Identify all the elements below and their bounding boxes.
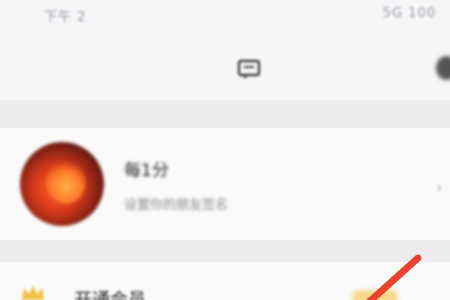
- profile-card[interactable]: 每1分 设置你的朋友签名 ›: [0, 128, 450, 240]
- status-time: 下午 2: [44, 10, 87, 25]
- open-membership-row[interactable]: 开通会员: [0, 262, 450, 300]
- profile-signature: 设置你的朋友签名: [124, 198, 229, 213]
- open-membership-label: 开通会员: [74, 286, 146, 300]
- membership-badge: [352, 290, 398, 300]
- status-bar: 下午 2 5G 100: [0, 0, 450, 38]
- chevron-right-icon: ›: [436, 178, 443, 197]
- section-divider: [0, 240, 450, 262]
- profile-name: 每1分: [124, 161, 169, 181]
- avatar-flame-image: [46, 160, 86, 204]
- crown-icon: [22, 286, 44, 300]
- profile-screen: 下午 2 5G 100 每1分 设置你的朋友签名 › 开通会员: [0, 0, 450, 300]
- top-nav-bar: [0, 38, 450, 100]
- message-icon[interactable]: [236, 58, 262, 80]
- status-indicators: 5G 100: [382, 6, 436, 21]
- section-divider: [0, 100, 450, 128]
- settings-icon[interactable]: [436, 56, 450, 80]
- avatar[interactable]: [20, 142, 104, 226]
